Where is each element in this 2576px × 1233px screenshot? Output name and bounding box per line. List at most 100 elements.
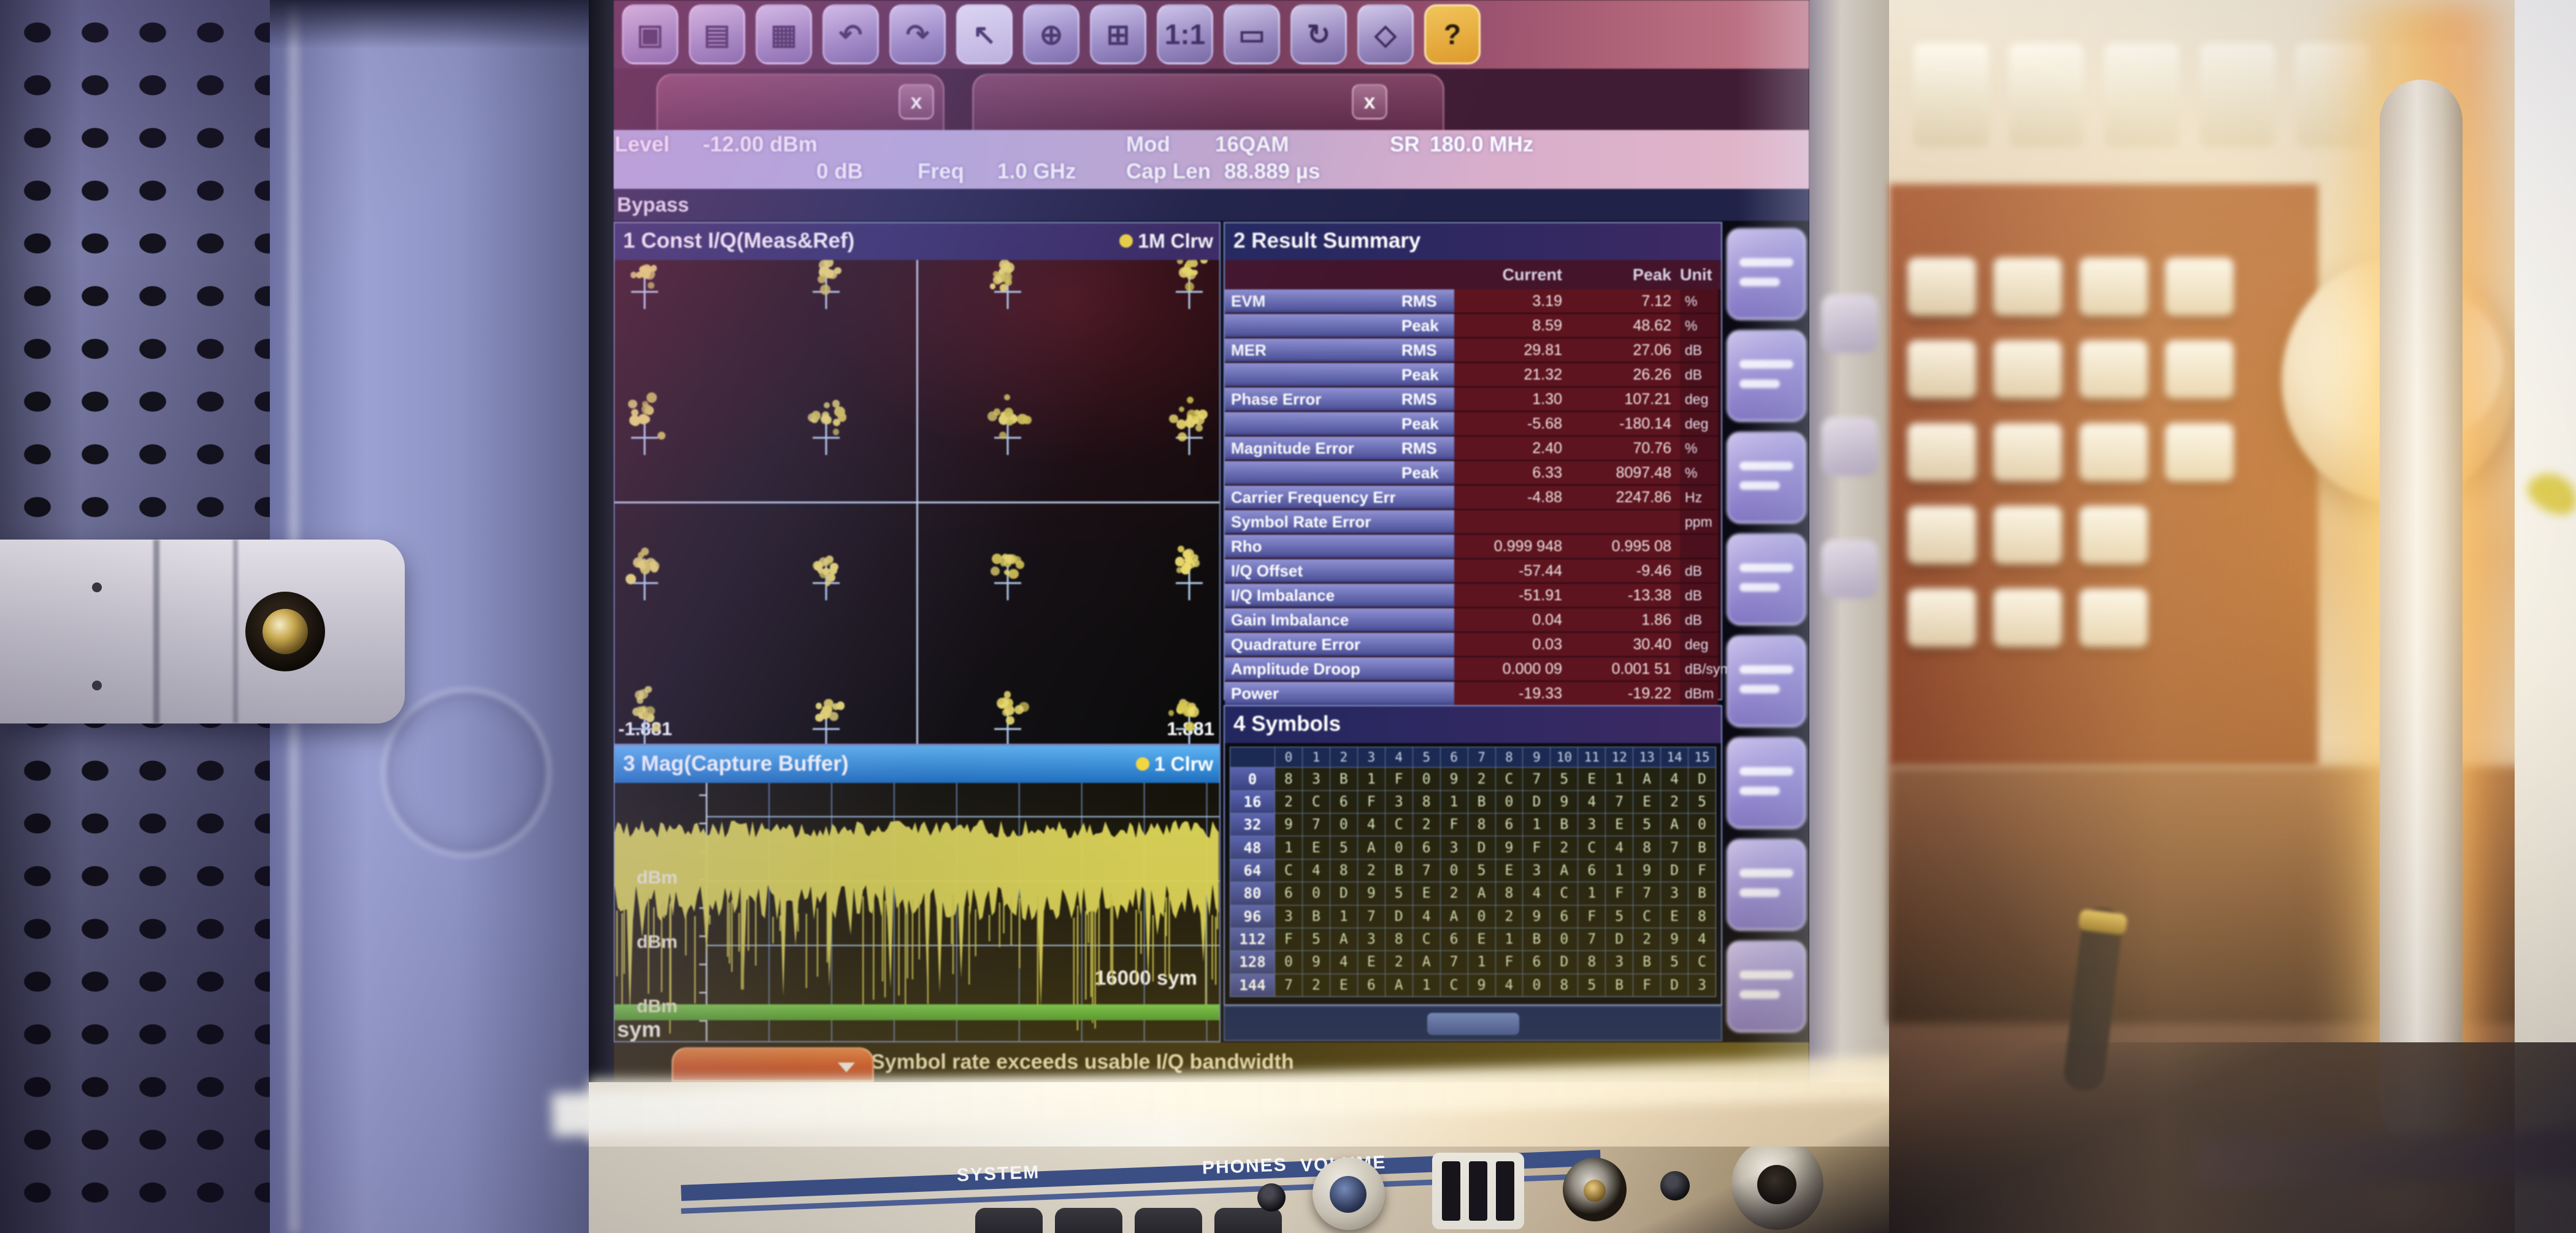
front-panel: SYSTEM PHONES VOLUME: [589, 1147, 1889, 1233]
bezel-softkey-button[interactable]: [1822, 540, 1878, 598]
symbol-cell: 4: [1330, 951, 1357, 973]
keypad-key[interactable]: [1993, 340, 2062, 399]
bezel-softkey-button[interactable]: [1822, 294, 1878, 353]
keypad-key[interactable]: [1993, 423, 2062, 481]
softkey-button[interactable]: [1727, 737, 1806, 829]
symbol-cell: 4: [1303, 860, 1330, 882]
keypad-key[interactable]: [1907, 340, 1976, 399]
softkey-button[interactable]: [1727, 941, 1806, 1033]
footer-button[interactable]: [1427, 1013, 1519, 1035]
pointer-icon[interactable]: ↖: [956, 4, 1013, 64]
keypad-key[interactable]: [1993, 258, 2062, 316]
softkey-button[interactable]: [1727, 533, 1806, 625]
symbol-cell: 2: [1633, 928, 1660, 950]
keypad-key[interactable]: [1993, 506, 2062, 564]
symbol-cell: C: [1496, 768, 1523, 790]
keypad-key[interactable]: [2079, 589, 2148, 647]
bezel-softkey-button[interactable]: [1822, 417, 1878, 476]
print-icon[interactable]: ▦: [756, 4, 812, 64]
symbol-cell: 3: [1523, 860, 1550, 882]
column-header: 12: [1606, 747, 1633, 767]
tab-channel-2[interactable]: x: [972, 74, 1444, 130]
row-label: 64: [1230, 860, 1275, 882]
trace-floor-band: [615, 1004, 1219, 1020]
tab-channel-1[interactable]: x: [656, 74, 945, 130]
keypad-key[interactable]: [1907, 589, 1976, 647]
constellation-dot: [838, 413, 847, 422]
close-icon[interactable]: x: [1352, 84, 1387, 120]
zoom-select-icon[interactable]: ⊞: [1090, 4, 1146, 64]
system-hardkey[interactable]: [1055, 1208, 1122, 1233]
rf-input-connector[interactable]: [1731, 1147, 1823, 1230]
keypad-key[interactable]: [2079, 506, 2148, 564]
help-icon[interactable]: ?: [1424, 4, 1481, 64]
symbol-cell: 6: [1551, 906, 1577, 928]
signal-analyzer: ▣▤▦↶↷↖⊕⊞1:1▭↻◇? x x Ref Level -12.00 dBm…: [589, 0, 1889, 1233]
current-value: 6.33: [1454, 461, 1571, 484]
table-row: Peak21.3226.26dB: [1225, 363, 1721, 386]
unit-value: deg: [1680, 387, 1718, 411]
symbol-cell: 1: [1358, 768, 1385, 790]
current-value: -57.44: [1454, 559, 1571, 582]
column-header: 11: [1578, 747, 1605, 767]
keypad-key[interactable]: [1907, 506, 1976, 564]
measurement-sub: Peak: [1395, 412, 1454, 435]
system-hardkey[interactable]: [1135, 1208, 1202, 1233]
keypad-key[interactable]: [2165, 258, 2234, 316]
redo-icon[interactable]: ↷: [889, 4, 946, 64]
keypad-key[interactable]: [2079, 340, 2148, 399]
att-value: 0 dB: [816, 159, 863, 184]
softkey-button[interactable]: [1727, 228, 1806, 320]
result-summary-window: 2 Result Summary CurrentPeakUnit EVMRMS3…: [1224, 222, 1722, 700]
softkey-button[interactable]: [1727, 635, 1806, 727]
symbol-cell: D: [1551, 951, 1577, 973]
constellation-plot: -1.881 1.881: [615, 260, 1219, 744]
current-value: 0.999 948: [1454, 535, 1571, 558]
system-hardkey[interactable]: [1214, 1208, 1282, 1233]
volume-knob[interactable]: [1313, 1158, 1385, 1230]
phones-jack[interactable]: [1257, 1183, 1286, 1212]
symbol-cell: 8: [1551, 974, 1577, 996]
unit-value: deg: [1680, 412, 1718, 435]
table-row: Peak8.5948.62%: [1225, 314, 1721, 337]
softkey-button[interactable]: [1727, 839, 1806, 931]
system-hardkey[interactable]: [975, 1208, 1043, 1233]
marker-help-icon[interactable]: ◇: [1357, 4, 1414, 64]
table-row: I/Q Offset-57.44-9.46dB: [1225, 559, 1721, 582]
keypad-key[interactable]: [2165, 340, 2234, 399]
symbol-cell: A: [1358, 836, 1385, 858]
open-icon[interactable]: ▣: [622, 4, 678, 64]
symbol-cell: 4: [1413, 906, 1440, 928]
sequence-refresh-icon[interactable]: ↻: [1290, 4, 1347, 64]
keypad-key[interactable]: [1907, 423, 1976, 481]
keypad-key[interactable]: [1993, 589, 2062, 647]
sequencer-tab-button[interactable]: [672, 1047, 874, 1082]
keypad-key[interactable]: [2079, 258, 2148, 316]
power-sensor-connector[interactable]: [1563, 1158, 1627, 1221]
close-icon[interactable]: x: [899, 84, 934, 120]
symbol-cell: 3: [1275, 906, 1302, 928]
symbol-cell: 0: [1275, 951, 1302, 973]
corner-cell: [1230, 747, 1275, 767]
zoom-in-icon[interactable]: ⊕: [1023, 4, 1079, 64]
unit-value: dB: [1680, 363, 1718, 386]
softkey-button[interactable]: [1727, 330, 1806, 422]
sr-label: SR: [1390, 132, 1420, 157]
constellation-dot: [1187, 397, 1194, 403]
usb-ports[interactable]: [1432, 1153, 1524, 1229]
aux-jack[interactable]: [1660, 1171, 1690, 1201]
symbols-table: 0123456789101112131415083B1F092C75E1A4D1…: [1230, 747, 1716, 997]
capture-buffer-title-text: 3 Mag(Capture Buffer): [623, 752, 849, 776]
keypad-key[interactable]: [2165, 423, 2234, 481]
constellation-dot: [635, 690, 644, 700]
keypad-key[interactable]: [2079, 423, 2148, 481]
save-icon[interactable]: ▤: [689, 4, 745, 64]
symbol-cell: F: [1523, 836, 1550, 858]
softkey-button[interactable]: [1727, 432, 1806, 524]
display-icon[interactable]: ▭: [1224, 4, 1280, 64]
constellation-dot: [645, 686, 652, 693]
undo-icon[interactable]: ↶: [822, 4, 879, 64]
constellation-dot: [1188, 706, 1199, 717]
keypad-key[interactable]: [1907, 258, 1976, 316]
zoom-one-to-one-icon[interactable]: 1:1: [1157, 4, 1213, 64]
